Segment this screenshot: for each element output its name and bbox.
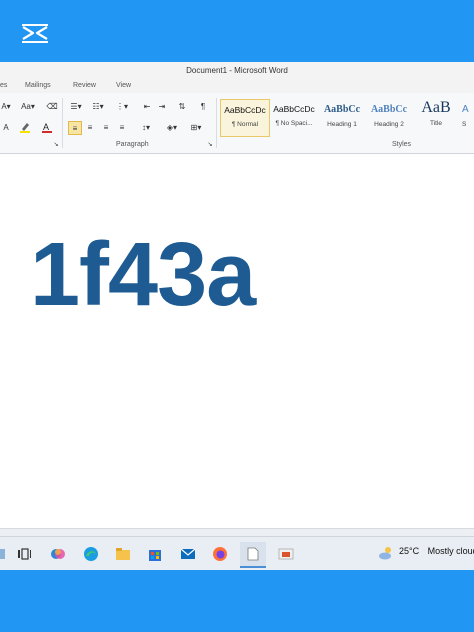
word-taskbar-button[interactable]	[240, 542, 266, 568]
multilevel-list-icon[interactable]: ⋮▾	[114, 100, 130, 112]
style-normal[interactable]: AaBbCcDc ¶ Normal	[220, 99, 270, 137]
font-color-icon[interactable]: A	[40, 121, 54, 133]
style-name: ¶ No Spaci...	[275, 120, 313, 127]
weather-widget[interactable]: 25°C Mostly cloudy	[380, 546, 474, 556]
edge-browser-icon[interactable]	[83, 546, 99, 562]
style-sample: A	[462, 104, 469, 115]
style-name: Title	[429, 120, 443, 127]
mail-icon[interactable]	[180, 546, 196, 562]
style-sample: AaBbCc	[370, 104, 408, 115]
sort-icon[interactable]: ⇅	[176, 100, 188, 112]
ribbon-tabs: es Mailings Review View	[0, 79, 474, 93]
window-title: Document1 - Microsoft Word	[186, 66, 288, 75]
taskbar: 25°C Mostly cloudy	[0, 536, 474, 570]
style-heading-2[interactable]: AaBbCc Heading 2	[365, 99, 413, 135]
shrink-font-icon[interactable]: A▾	[0, 100, 12, 112]
capcut-logo-icon	[22, 24, 48, 43]
tab-review[interactable]: Review	[73, 82, 96, 89]
style-sample: AaB	[421, 99, 451, 116]
style-name: Heading 1	[327, 121, 357, 128]
svg-text:A: A	[43, 122, 49, 132]
numbering-icon[interactable]: ☷▾	[90, 100, 106, 112]
clear-format-icon[interactable]: ⌫	[46, 100, 58, 112]
group-separator	[62, 98, 63, 148]
align-right-icon[interactable]: ≡	[100, 121, 112, 133]
show-marks-icon[interactable]: ¶	[197, 100, 209, 112]
tab-view[interactable]: View	[116, 82, 131, 89]
file-explorer-icon[interactable]	[115, 546, 131, 562]
text-effects-icon[interactable]: A	[0, 121, 12, 133]
word-window: Document1 - Microsoft Word es Mailings R…	[0, 62, 474, 570]
style-name: S	[462, 121, 467, 128]
shading-icon[interactable]: ◈▾	[164, 121, 180, 133]
task-view-icon[interactable]	[16, 546, 32, 562]
tab-references[interactable]: es	[0, 82, 7, 89]
style-name: Heading 2	[374, 121, 404, 128]
title-bar: Document1 - Microsoft Word	[0, 62, 474, 79]
ribbon: A▾ Aa▾ ⌫ A A ☰▾ ☷▾ ⋮▾ ⇤ ⇥ ⇅ ¶ ≡ ≡ ≡ ≡ ↕▾…	[0, 93, 474, 154]
weather-description: Mostly cloudy	[427, 546, 474, 556]
styles-group-label: Styles	[392, 141, 412, 148]
firefox-icon[interactable]	[212, 546, 228, 562]
bottom-blue-band	[0, 570, 474, 632]
bullets-icon[interactable]: ☰▾	[68, 100, 84, 112]
line-spacing-icon[interactable]: ↕▾	[138, 121, 154, 133]
highlight-icon[interactable]	[18, 121, 32, 133]
paragraph-launcher-icon[interactable]: ↘	[206, 140, 214, 148]
align-center-icon[interactable]: ≡	[84, 121, 96, 133]
tab-mailings[interactable]: Mailings	[25, 82, 51, 89]
justify-icon[interactable]: ≡	[116, 121, 128, 133]
align-left-icon[interactable]: ≡	[68, 121, 82, 135]
style-name: ¶ Normal	[231, 121, 259, 128]
document-page[interactable]: 1f43a	[0, 154, 474, 528]
store-icon[interactable]	[147, 546, 163, 562]
top-blue-band	[0, 0, 474, 62]
style-sample: AaBbCc	[323, 104, 361, 115]
style-no-spacing[interactable]: AaBbCcDc ¶ No Spaci...	[270, 99, 318, 135]
style-sample: AaBbCcDc	[273, 104, 315, 114]
paragraph-group-label: Paragraph	[116, 141, 149, 148]
style-heading-1[interactable]: AaBbCc Heading 1	[318, 99, 366, 135]
increase-indent-icon[interactable]: ⇥	[156, 100, 168, 112]
document-text[interactable]: 1f43a	[30, 230, 256, 320]
style-title[interactable]: AaB Title	[412, 99, 460, 135]
start-button-partial-icon[interactable]	[0, 546, 6, 562]
decrease-indent-icon[interactable]: ⇤	[141, 100, 153, 112]
style-subtitle[interactable]: A S	[462, 99, 474, 135]
weather-temperature: 25°C	[399, 546, 420, 556]
borders-icon[interactable]: ⊞▾	[188, 121, 204, 133]
font-launcher-icon[interactable]: ↘	[52, 140, 60, 148]
copilot-icon[interactable]	[50, 546, 66, 562]
change-case-icon[interactable]: Aa▾	[20, 100, 36, 112]
group-separator	[216, 98, 217, 148]
style-sample: AaBbCcDc	[224, 105, 266, 115]
presentation-app-icon[interactable]	[278, 546, 294, 562]
